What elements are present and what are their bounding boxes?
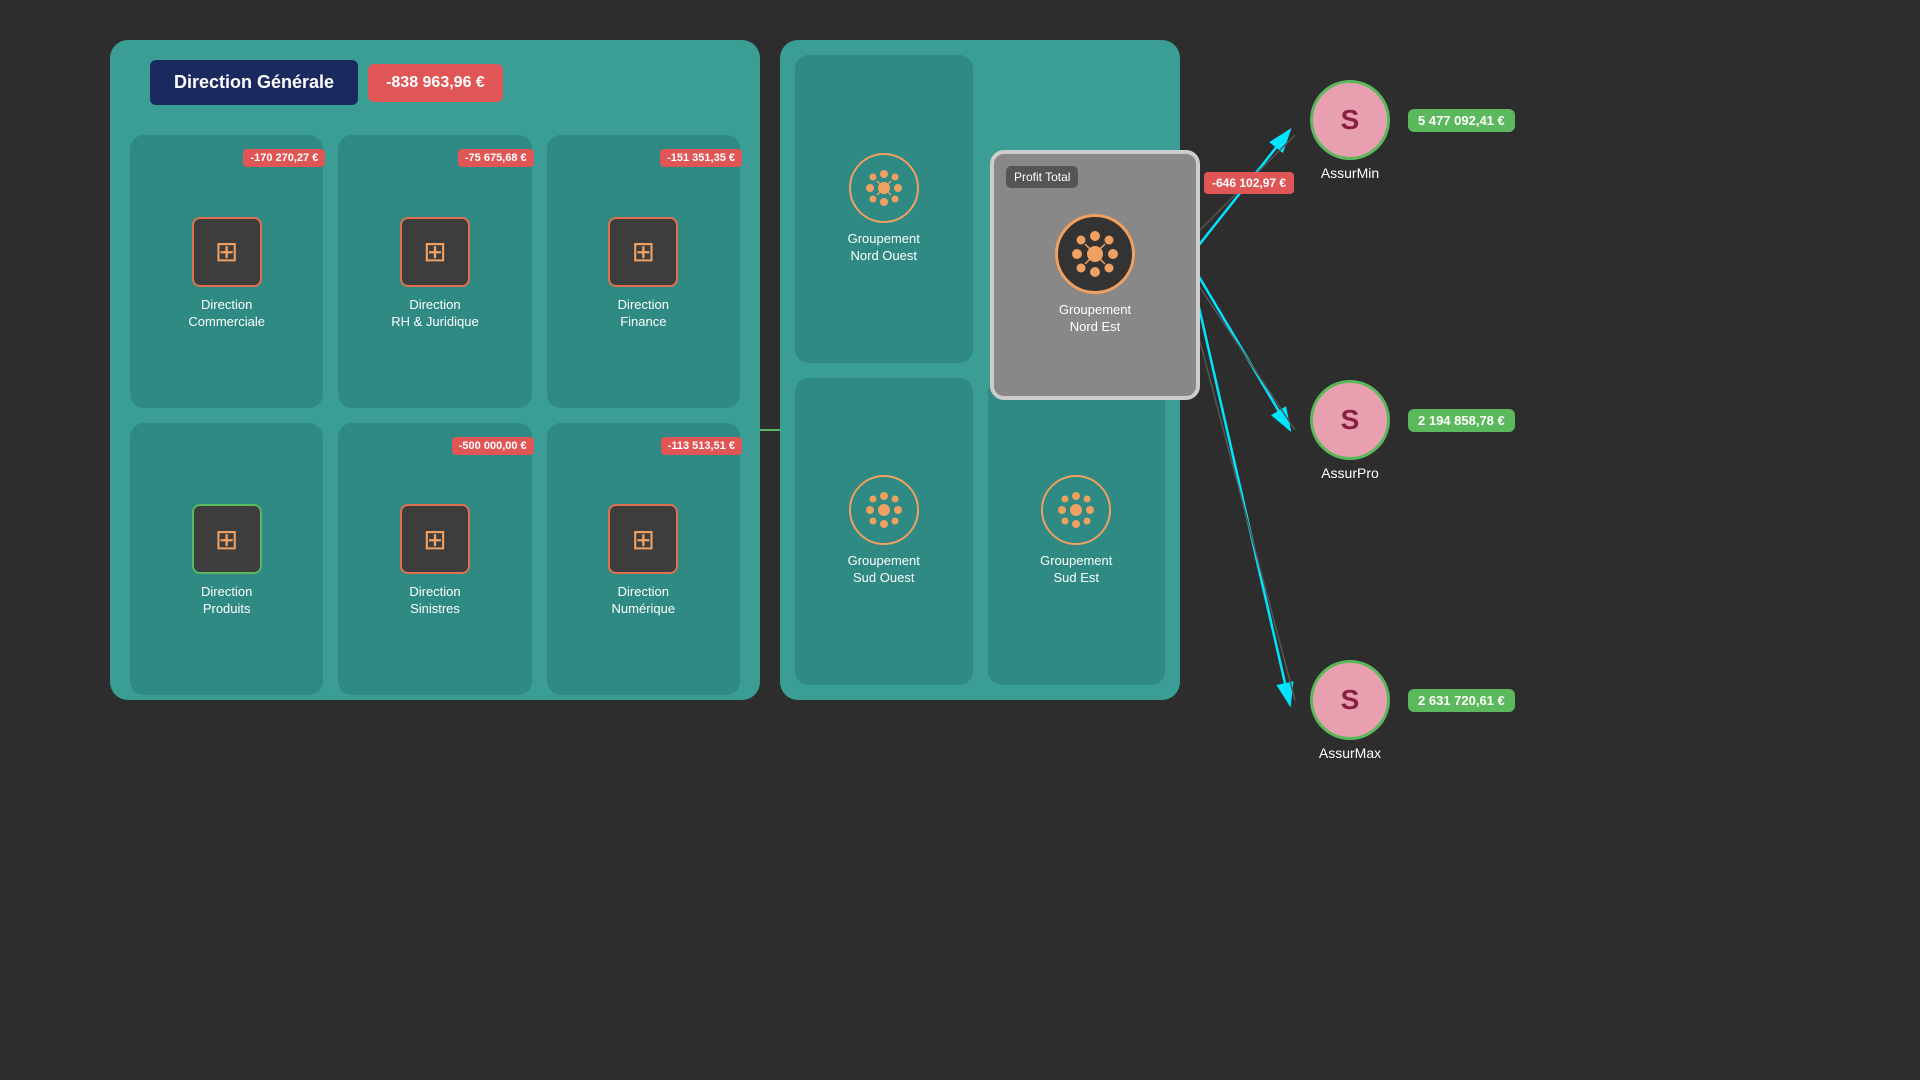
rh-org-icon: ⊞	[423, 235, 446, 268]
assurmax-group: S 2 631 720,61 € AssurMax	[1310, 660, 1515, 761]
assurmin-value: 5 477 092,41 €	[1408, 109, 1515, 132]
numerique-value: -113 513,51 €	[661, 437, 742, 455]
sinistres-icon-box: ⊞	[400, 504, 470, 574]
groupement-nord-est-container[interactable]: Profit Total GroupementNord Est	[990, 150, 1200, 400]
assurpro-group: S 2 194 858,78 € AssurPro	[1310, 380, 1515, 481]
direction-generale-button[interactable]: Direction Générale	[150, 60, 358, 105]
commerciale-value: -170 270,27 €	[243, 149, 325, 167]
nord-est-label: GroupementNord Est	[1059, 302, 1131, 336]
commerciale-label: DirectionCommerciale	[188, 297, 265, 331]
assurmin-circle[interactable]: S	[1310, 80, 1390, 160]
sinistres-label: DirectionSinistres	[409, 584, 460, 618]
nord-ouest-label: GroupementNord Ouest	[848, 231, 920, 265]
commerciale-icon-box: ⊞	[192, 217, 262, 287]
finance-value: -151 351,35 €	[660, 149, 742, 167]
sud-est-icon	[1041, 475, 1111, 545]
assurmax-label: AssurMax	[1310, 745, 1390, 761]
profit-total-label: Profit Total	[1006, 166, 1078, 188]
header-row: Direction Générale -838 963,96 €	[150, 60, 740, 105]
sud-ouest-icon	[849, 475, 919, 545]
directions-grid: -170 270,27 € ⊞ DirectionCommerciale -75…	[130, 135, 740, 695]
assurmax-value: 2 631 720,61 €	[1408, 689, 1515, 712]
finance-org-icon: ⊞	[632, 235, 655, 268]
numerique-org-icon: ⊞	[632, 523, 655, 556]
assurmin-initial: S	[1341, 104, 1360, 136]
produits-icon-box: ⊞	[192, 504, 262, 574]
numerique-label: DirectionNumérique	[612, 584, 676, 618]
nord-est-value-badge: -646 102,97 €	[1204, 172, 1294, 194]
finance-label: DirectionFinance	[618, 297, 669, 331]
groupement-sud-ouest-cell[interactable]: GroupementSud Ouest	[795, 378, 973, 686]
rh-value: -75 675,68 €	[458, 149, 534, 167]
assurpro-circle[interactable]: S	[1310, 380, 1390, 460]
direction-sinistres-cell[interactable]: -500 000,00 € ⊞ DirectionSinistres	[338, 423, 531, 696]
main-directions-container: Direction Générale -838 963,96 € -170 27…	[110, 40, 760, 700]
direction-numerique-cell[interactable]: -113 513,51 € ⊞ DirectionNumérique	[547, 423, 740, 696]
groupement-sud-est-cell[interactable]: GroupementSud Est	[988, 378, 1166, 686]
produits-label: DirectionProduits	[201, 584, 252, 618]
sud-ouest-label: GroupementSud Ouest	[848, 553, 920, 587]
commerciale-org-icon: ⊞	[215, 235, 238, 268]
groupement-nord-ouest-cell[interactable]: GroupementNord Ouest	[795, 55, 973, 363]
sud-est-label: GroupementSud Est	[1040, 553, 1112, 587]
assurmax-circle[interactable]: S	[1310, 660, 1390, 740]
sinistres-value: -500 000,00 €	[452, 437, 534, 455]
rh-label: DirectionRH & Juridique	[391, 297, 478, 331]
direction-finance-cell[interactable]: -151 351,35 € ⊞ DirectionFinance	[547, 135, 740, 408]
assurpro-label: AssurPro	[1310, 465, 1390, 481]
produits-org-icon: ⊞	[215, 523, 238, 556]
nord-est-icon	[1055, 214, 1135, 294]
direction-generale-value: -838 963,96 €	[368, 64, 503, 102]
rh-icon-box: ⊞	[400, 217, 470, 287]
assurpro-value: 2 194 858,78 €	[1408, 409, 1515, 432]
assurmin-group: S 5 477 092,41 € AssurMin	[1310, 80, 1515, 181]
direction-rh-cell[interactable]: -75 675,68 € ⊞ DirectionRH & Juridique	[338, 135, 531, 408]
assurpro-initial: S	[1341, 404, 1360, 436]
direction-commerciale-cell[interactable]: -170 270,27 € ⊞ DirectionCommerciale	[130, 135, 323, 408]
nord-ouest-icon	[849, 153, 919, 223]
finance-icon-box: ⊞	[608, 217, 678, 287]
numerique-icon-box: ⊞	[608, 504, 678, 574]
assurmax-initial: S	[1341, 684, 1360, 716]
direction-produits-cell[interactable]: ⊞ DirectionProduits	[130, 423, 323, 696]
sinistres-org-icon: ⊞	[423, 523, 446, 556]
assurmin-label: AssurMin	[1310, 165, 1390, 181]
